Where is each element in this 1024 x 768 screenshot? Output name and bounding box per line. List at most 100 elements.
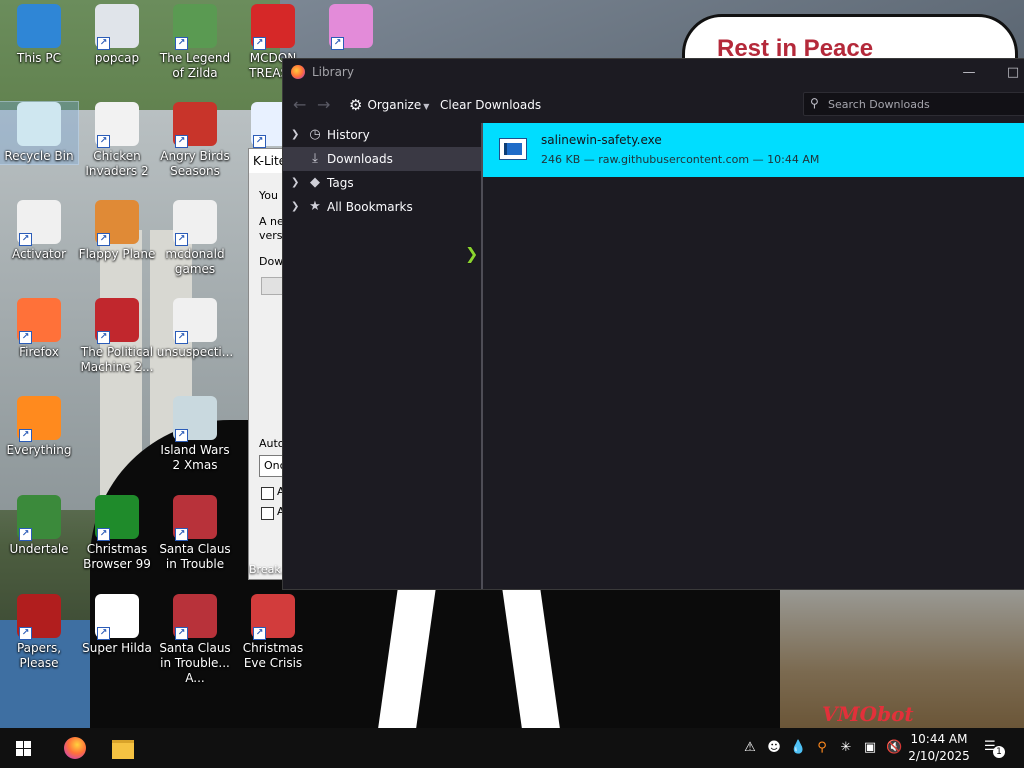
sidebar-item-downloads[interactable]: ⤓ Downloads — [283, 147, 481, 171]
tray-droplet-icon[interactable]: 💧 — [790, 740, 806, 756]
klite-text-line: You — [259, 189, 278, 202]
klite-text-line: A ne — [259, 215, 284, 228]
taskbar: ⚠ ☻ 💧 ⚲ ✳ ▣ 🔇 10:44 AM 2/10/2025 ☰ 1 — [0, 728, 1024, 768]
sidebar-item-label: History — [327, 128, 370, 142]
desktop-icon-label: popcap — [94, 51, 140, 65]
flappy-icon: ↗ — [95, 200, 139, 246]
forward-arrow-icon[interactable]: → — [317, 95, 330, 114]
shortcut-arrow-icon: ↗ — [253, 135, 266, 148]
shortcut-arrow-icon: ↗ — [97, 37, 110, 50]
minimize-icon[interactable]: — — [957, 63, 981, 83]
shortcut-arrow-icon: ↗ — [19, 331, 32, 344]
shortcut-arrow-icon: ↗ — [175, 331, 188, 344]
desktop-icon-label: Super Hilda — [82, 641, 152, 655]
download-icon: ⤓ — [312, 151, 318, 166]
klite-text-line: Break. — [249, 563, 285, 576]
maximize-icon[interactable]: □ — [1001, 63, 1024, 83]
library-toolbar: ← → ⚙ Organize ▼ Clear Downloads ⚲ — [283, 87, 1024, 123]
desktop-icon[interactable]: Recycle Bin — [0, 101, 79, 165]
back-arrow-icon[interactable]: ← — [293, 95, 306, 114]
desktop-icon-label: Everything — [6, 443, 72, 457]
shortcut-arrow-icon: ↗ — [175, 627, 188, 640]
desktop-icon[interactable]: ↗ Christmas Browser 99 — [78, 495, 156, 572]
tray-warning-icon[interactable]: ⚠ — [742, 740, 758, 756]
recycle-bin-icon — [17, 102, 61, 146]
desktop-icon[interactable]: ↗ The Political Machine 2... — [78, 298, 156, 375]
desktop-icon-label: Angry Birds Seasons — [160, 149, 230, 178]
klite-text-line: Auto — [259, 437, 285, 450]
desktop-icon[interactable]: ↗ Activator — [0, 200, 78, 262]
taskbar-file-explorer[interactable] — [100, 728, 148, 768]
desktop-icon[interactable]: ↗ unsuspecti... — [156, 298, 234, 360]
desktop-icon[interactable]: ↗ Chicken Invaders 2 — [78, 102, 156, 179]
desktop-icon-label: Santa Claus in Trouble — [159, 542, 231, 571]
shortcut-arrow-icon: ↗ — [97, 331, 110, 344]
file-icon: ↗ — [173, 200, 217, 246]
download-filename: salinewin-safety.exe — [541, 133, 662, 147]
download-item[interactable]: salinewin-safety.exe 246 KB — raw.github… — [483, 123, 1024, 177]
clear-downloads-button[interactable]: Clear Downloads — [440, 98, 541, 112]
desktop-icon[interactable]: ↗ Super Hilda — [78, 594, 156, 656]
desktop-icon-label: Recycle Bin — [4, 149, 74, 163]
library-titlebar[interactable]: Library — □ — [283, 59, 1024, 87]
windows-logo-icon — [16, 741, 31, 756]
desktop-icon[interactable]: ↗ Angry Birds Seasons — [156, 102, 234, 179]
desktop-icon[interactable]: ↗ Flappy Plane — [78, 200, 156, 262]
executable-file-icon — [499, 138, 527, 160]
sidebar-item-all-bookmarks[interactable]: ❯ ★ All Bookmarks — [283, 195, 481, 219]
desktop-icon[interactable]: ↗ popcap — [78, 4, 156, 66]
expand-chevron-icon[interactable]: ❯ — [291, 123, 299, 147]
expand-chevron-icon[interactable]: ❯ — [291, 195, 299, 219]
desktop-icon[interactable]: ↗ Firefox — [0, 298, 78, 360]
wallpaper-watermark: VMObot — [822, 702, 914, 726]
desktop-icon[interactable]: ↗ Papers, Please — [0, 594, 78, 671]
notification-center-icon[interactable]: ☰ 1 — [984, 739, 1005, 758]
taskbar-clock[interactable]: 10:44 AM 2/10/2025 — [906, 731, 972, 765]
desktop-icon-label: Island Wars 2 Xmas — [160, 443, 230, 472]
klite-checkbox[interactable] — [261, 507, 274, 520]
network-icon[interactable]: ▣ — [862, 740, 878, 756]
library-sidebar: ❯ ◷ History ⤓ Downloads ❯ ◆ Tags ❯ ★ All… — [283, 123, 481, 589]
island-wars-icon: ↗ — [173, 396, 217, 442]
desktop-icon[interactable]: ↗ The Legend of Zilda — [156, 4, 234, 81]
taskbar-firefox[interactable] — [50, 728, 98, 768]
desktop-icon-label: unsuspecti... — [156, 345, 234, 359]
klite-checkbox[interactable] — [261, 487, 274, 500]
start-button[interactable] — [0, 728, 48, 768]
shortcut-arrow-icon: ↗ — [253, 627, 266, 640]
desktop-icon[interactable]: ↗ Island Wars 2 Xmas — [156, 396, 234, 473]
notification-count: 1 — [993, 746, 1005, 758]
desktop-icon-label: Christmas Eve Crisis — [242, 641, 304, 670]
shortcut-arrow-icon: ↗ — [175, 233, 188, 246]
organize-button[interactable]: ⚙ Organize ▼ — [349, 96, 429, 114]
desktop-icon[interactable]: ↗ Everything — [0, 396, 78, 458]
desktop-icon[interactable]: ↗ — [312, 4, 390, 51]
shortcut-arrow-icon: ↗ — [97, 627, 110, 640]
undertale-icon: ↗ — [17, 495, 61, 541]
desktop-icon[interactable]: ↗ Santa Claus in Trouble — [156, 495, 234, 572]
tray-people-icon[interactable]: ☻ — [766, 740, 782, 756]
desktop-icon[interactable]: This PC — [0, 4, 78, 66]
shortcut-arrow-icon: ↗ — [19, 429, 32, 442]
desktop-icon[interactable]: ↗ Santa Claus in Trouble... A... — [156, 594, 234, 686]
sidebar-item-label: Tags — [327, 176, 354, 190]
sidebar-item-history[interactable]: ❯ ◷ History — [283, 123, 481, 147]
tray-everything-icon[interactable]: ⚲ — [814, 740, 830, 756]
super-hilda-icon: ↗ — [95, 594, 139, 640]
search-downloads-input[interactable] — [826, 95, 1020, 114]
volume-muted-icon[interactable]: 🔇 — [886, 740, 902, 756]
desktop-icon-label: This PC — [17, 51, 61, 65]
shortcut-arrow-icon: ↗ — [19, 528, 32, 541]
tray-star-icon[interactable]: ✳ — [838, 740, 854, 756]
desktop-icon[interactable]: ↗ mcdonald games — [156, 200, 234, 277]
firefox-icon — [64, 737, 86, 759]
desktop-icon[interactable]: ↗ Undertale — [0, 495, 78, 557]
desktop-icon[interactable]: ↗ Christmas Eve Crisis — [234, 594, 312, 671]
library-window[interactable]: Library — □ ← → ⚙ Organize ▼ Clear Downloa… — [282, 58, 1024, 590]
clock-icon: ◷ — [309, 127, 321, 142]
sidebar-item-tags[interactable]: ❯ ◆ Tags — [283, 171, 481, 195]
desktop-icon-label: Flappy Plane — [78, 247, 156, 261]
download-status: 246 KB — raw.githubusercontent.com — 10:… — [541, 153, 820, 166]
expand-chevron-icon[interactable]: ❯ — [291, 171, 299, 195]
search-box[interactable]: ⚲ — [803, 92, 1024, 116]
